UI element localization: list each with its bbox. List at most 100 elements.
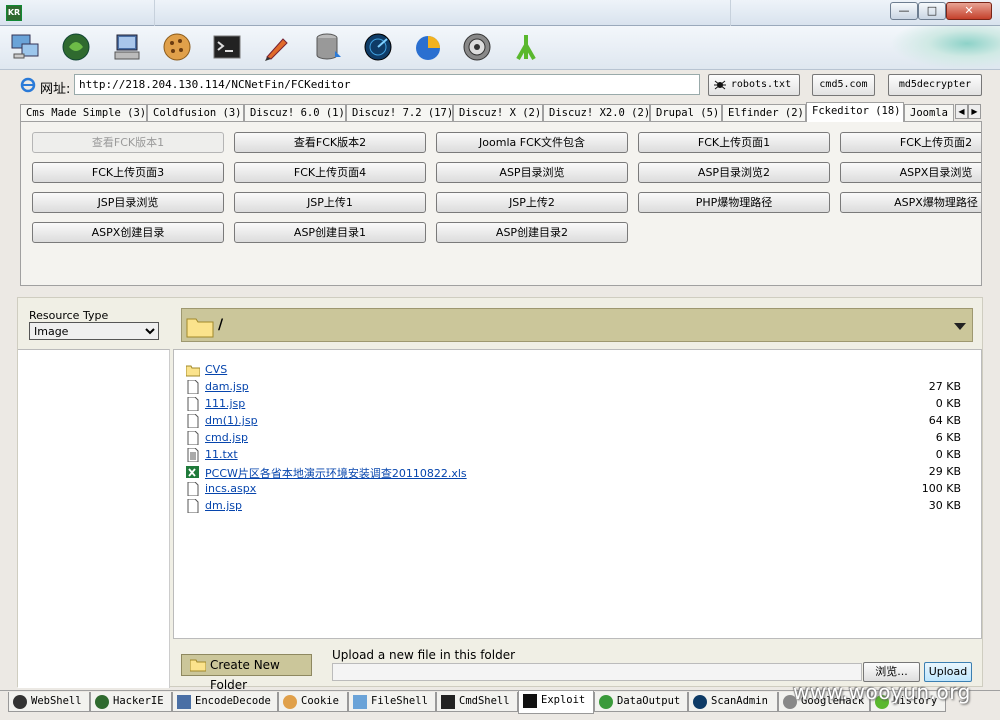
file-row: PCCW片区各省本地演示环境安装调查20110822.xls 29 KB [186, 464, 961, 480]
radar-icon[interactable] [361, 30, 395, 64]
tab-cms-made-simple[interactable]: Cms Made Simple (3) [20, 104, 147, 122]
exploit-button[interactable]: ASP创建目录2 [436, 222, 628, 243]
tab-discuz-x[interactable]: Discuz! X (2) [453, 104, 543, 122]
resource-type-select[interactable]: Image [29, 322, 159, 340]
antenna-icon[interactable] [509, 30, 543, 64]
upload-label: Upload a new file in this folder [332, 648, 516, 662]
file-size: 100 KB [921, 482, 961, 495]
file-row: CVS [186, 362, 961, 378]
minimize-button[interactable]: — [890, 2, 918, 20]
database-icon[interactable] [311, 30, 345, 64]
tab-discuz-x20[interactable]: Discuz! X2.0 (2) [543, 104, 650, 122]
exploit-button[interactable]: ASP目录浏览2 [638, 162, 830, 183]
file-icon [187, 380, 199, 394]
file-row: dm.jsp 30 KB [186, 498, 961, 514]
exploit-button[interactable]: FCK上传页面3 [32, 162, 224, 183]
watermark: www.wooyun.org [793, 680, 971, 704]
exploit-button[interactable]: ASP创建目录1 [234, 222, 426, 243]
tab-fckeditor[interactable]: Fckeditor (18) [806, 102, 904, 122]
tab-discuz-6[interactable]: Discuz! 6.0 (1) [244, 104, 346, 122]
robots-button[interactable]: robots.txt [708, 74, 800, 96]
tab-label: ScanAdmin [711, 695, 768, 707]
url-input[interactable] [74, 74, 700, 95]
upload-button[interactable]: Upload [924, 662, 972, 682]
exploit-button[interactable]: ASPX目录浏览 [840, 162, 981, 183]
tab-webshell[interactable]: WebShell [8, 692, 90, 712]
chevron-down-icon[interactable] [954, 323, 966, 330]
folder-icon [186, 365, 200, 377]
exploit-button[interactable]: 查看FCK版本2 [234, 132, 426, 153]
file-link[interactable]: dam.jsp [205, 380, 249, 393]
tab-elfinder[interactable]: Elfinder (2) [722, 104, 806, 122]
tab-cookie[interactable]: Cookie [278, 692, 348, 712]
create-folder-label: Create New Folder [210, 658, 280, 692]
file-icon [187, 397, 199, 411]
file-link[interactable]: incs.aspx [205, 482, 256, 495]
tab-label: FileShell [371, 695, 428, 707]
tab-coldfusion[interactable]: Coldfusion (3) [147, 104, 244, 122]
exploit-button[interactable]: JSP上传2 [436, 192, 628, 213]
hacker-ie-icon[interactable] [59, 30, 93, 64]
robots-label: robots.txt [730, 79, 792, 90]
md5decrypter-button[interactable]: md5decrypter [888, 74, 982, 96]
exploit-button[interactable]: Joomla FCK文件包含 [436, 132, 628, 153]
file-link[interactable]: 111.jsp [205, 397, 245, 410]
file-size: 0 KB [935, 448, 961, 461]
file-row: 111.jsp 0 KB [186, 396, 961, 412]
tab-exploit[interactable]: Exploit [518, 691, 594, 714]
exploit-button[interactable]: ASPX爆物理路径 [840, 192, 981, 213]
tab-joomla[interactable]: Joomla [904, 104, 954, 122]
exploit-button[interactable]: JSP上传1 [234, 192, 426, 213]
tab-encodedecode[interactable]: EncodeDecode [172, 692, 278, 712]
folder-tree-pane[interactable] [18, 349, 170, 688]
cookie-icon[interactable] [160, 30, 194, 64]
exploit-button[interactable]: ASPX创建目录 [32, 222, 224, 243]
tab-hackerie[interactable]: HackerIE [90, 692, 172, 712]
tab-scroll-left-button[interactable]: ◀ [955, 104, 968, 119]
exploit-button[interactable]: FCK上传页面2 [840, 132, 981, 153]
tab-cmdshell[interactable]: CmdShell [436, 692, 518, 712]
create-folder-button[interactable]: Create New Folder [181, 654, 312, 692]
tab-scroll-right-button[interactable]: ▶ [968, 104, 981, 119]
exploit-button[interactable]: FCK上传页面4 [234, 162, 426, 183]
current-folder-bar[interactable]: / [181, 308, 973, 342]
network-icon[interactable] [8, 30, 42, 64]
data-output-icon [599, 695, 613, 709]
tab-label: Exploit [541, 694, 586, 706]
tab-scanadmin[interactable]: ScanAdmin [688, 692, 778, 712]
file-link[interactable]: 11.txt [205, 448, 238, 461]
exploit-button[interactable]: JSP目录浏览 [32, 192, 224, 213]
cmd-shell-icon[interactable] [210, 30, 244, 64]
cmd5-button[interactable]: cmd5.com [812, 74, 875, 96]
excel-file-icon [186, 466, 199, 478]
exploit-button[interactable]: 查看FCK版本1 [32, 132, 224, 153]
app-icon: KR [6, 5, 22, 21]
scope-icon[interactable] [460, 30, 494, 64]
exploit-button[interactable]: ASP目录浏览 [436, 162, 628, 183]
browse-button[interactable]: 浏览... [863, 662, 920, 682]
close-button[interactable]: ✕ [946, 2, 992, 20]
pie-chart-icon[interactable] [411, 30, 445, 64]
file-link[interactable]: cmd.jsp [205, 431, 248, 444]
tab-drupal[interactable]: Drupal (5) [650, 104, 722, 122]
file-link[interactable]: dm(1).jsp [205, 414, 258, 427]
tab-dataoutput[interactable]: DataOutput [594, 692, 688, 712]
file-link[interactable]: CVS [205, 363, 227, 376]
folder-icon [190, 659, 206, 672]
current-path: / [218, 317, 224, 333]
title-divider [730, 0, 731, 26]
file-row: dm(1).jsp 64 KB [186, 413, 961, 429]
file-link[interactable]: dm.jsp [205, 499, 242, 512]
maximize-button[interactable]: □ [918, 2, 946, 20]
file-link[interactable]: PCCW片区各省本地演示环境安装调查20110822.xls [205, 465, 467, 481]
tab-discuz-72[interactable]: Discuz! 7.2 (17) [346, 104, 453, 122]
computer-icon[interactable] [110, 30, 144, 64]
pen-icon[interactable] [260, 30, 294, 64]
tab-label: CmdShell [459, 695, 510, 707]
chevron-right-icon: ▶ [971, 107, 978, 116]
upload-file-input[interactable] [332, 663, 862, 681]
tab-fileshell[interactable]: FileShell [348, 692, 436, 712]
exploit-button[interactable]: FCK上传页面1 [638, 132, 830, 153]
exploit-button[interactable]: PHP爆物理路径 [638, 192, 830, 213]
minimize-icon: — [898, 4, 910, 17]
